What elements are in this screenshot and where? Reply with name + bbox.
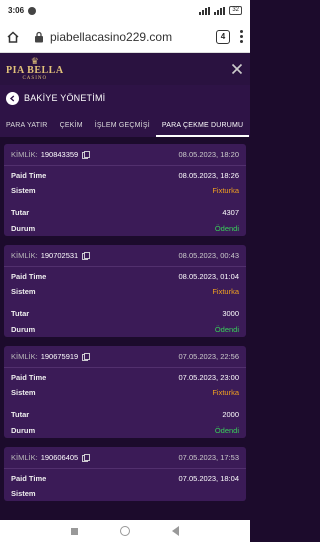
system-value: Fixturka	[212, 387, 239, 397]
amount-row: Tutar 4307	[4, 204, 246, 220]
more-menu-icon[interactable]	[240, 30, 244, 43]
paid-time-value: 07.05.2023, 23:00	[178, 373, 239, 382]
logo-sub: CASINO	[22, 75, 48, 81]
transaction-id-row: KİMLİK: 190702531 08.05.2023, 00:43	[4, 245, 246, 267]
status-row: Durum Ödendi	[4, 422, 246, 438]
android-nav-bar	[0, 520, 250, 542]
chevron-left-icon	[9, 94, 15, 102]
amount-label: Tutar	[11, 207, 30, 217]
system-label: Sistem	[11, 286, 36, 296]
status-badge: Ödendi	[214, 223, 239, 233]
transaction-card: KİMLİK: 190702531 08.05.2023, 00:43 Paid…	[4, 245, 246, 337]
copy-icon[interactable]	[82, 352, 91, 361]
paid-time-label: Paid Time	[11, 474, 47, 483]
paid-time-label: Paid Time	[11, 171, 47, 180]
status-icons: 32	[199, 6, 242, 15]
logo-name: PIA BELLA	[6, 64, 64, 76]
transaction-id: 190675919	[40, 352, 79, 361]
paid-time-value: 08.05.2023, 01:04	[178, 272, 239, 281]
amount-row: Tutar 3000	[4, 305, 246, 321]
status-label: Durum	[11, 425, 36, 435]
system-row: Sistem	[4, 485, 246, 501]
site-logo[interactable]: ♛ PIA BELLA CASINO	[6, 56, 64, 82]
paid-time-row: Paid Time 07.05.2023, 18:04	[4, 469, 246, 485]
copy-icon[interactable]	[82, 453, 91, 462]
paid-time-value: 08.05.2023, 18:26	[178, 171, 239, 180]
paid-time-label: Paid Time	[11, 272, 47, 281]
lock-icon[interactable]	[34, 31, 44, 43]
page-title: BAKİYE YÖNETİMİ	[24, 93, 106, 103]
system-label: Sistem	[11, 185, 36, 195]
transaction-date: 07.05.2023, 17:53	[178, 453, 239, 462]
paid-time-row: Paid Time 08.05.2023, 18:26	[4, 166, 246, 182]
close-icon[interactable]	[230, 62, 244, 76]
status-bar: 3:06 32	[0, 0, 250, 21]
amount-label: Tutar	[11, 308, 30, 318]
transaction-id-row: KİMLİK: 190606405 07.05.2023, 17:53	[4, 447, 246, 469]
system-label: Sistem	[11, 488, 36, 498]
tab-withdrawal-status[interactable]: PARA ÇEKME DURUMU	[155, 122, 250, 137]
home-nav-icon[interactable]	[120, 526, 130, 536]
browser-toolbar: piabellacasino229.com 4	[0, 21, 250, 53]
transaction-id: 190843359	[40, 150, 79, 159]
system-value: Fixturka	[212, 185, 239, 195]
status-row: Durum Ödendi	[4, 220, 246, 236]
paid-time-row: Paid Time 07.05.2023, 23:00	[4, 368, 246, 384]
amount-value: 3000	[222, 308, 239, 318]
transaction-list[interactable]: KİMLİK: 190843359 08.05.2023, 18:20 Paid…	[0, 137, 250, 520]
tab-withdraw[interactable]: ÇEKİM	[54, 122, 89, 137]
paid-time-value: 07.05.2023, 18:04	[178, 474, 239, 483]
transaction-id: 190606405	[40, 453, 79, 462]
transaction-id: 190702531	[40, 251, 79, 260]
id-label: KİMLİK:	[11, 150, 38, 159]
tab-history[interactable]: İŞLEM GEÇMİŞİ	[89, 122, 156, 137]
recents-icon[interactable]	[71, 527, 78, 535]
notification-icon	[28, 6, 37, 15]
id-label: KİMLİK:	[11, 251, 38, 260]
paid-time-label: Paid Time	[11, 373, 47, 382]
id-label: KİMLİK:	[11, 352, 38, 361]
page-title-bar: BAKİYE YÖNETİMİ	[0, 85, 250, 111]
transaction-card: KİMLİK: 190843359 08.05.2023, 18:20 Paid…	[4, 144, 246, 236]
system-row: Sistem Fixturka	[4, 182, 246, 198]
system-value: Fixturka	[212, 286, 239, 296]
transaction-id-row: KİMLİK: 190675919 07.05.2023, 22:56	[4, 346, 246, 368]
status-label: Durum	[11, 324, 36, 334]
amount-label: Tutar	[11, 409, 30, 419]
system-row: Sistem Fixturka	[4, 283, 246, 299]
status-badge: Ödendi	[214, 425, 239, 435]
system-label: Sistem	[11, 387, 36, 397]
tab-bar: PARA YATIR ÇEKİM İŞLEM GEÇMİŞİ PARA ÇEKM…	[0, 111, 250, 137]
site-header: ♛ PIA BELLA CASINO	[0, 53, 250, 85]
home-icon[interactable]	[6, 30, 20, 44]
back-button[interactable]	[6, 91, 19, 105]
status-row: Durum Ödendi	[4, 321, 246, 337]
clock: 3:06	[8, 6, 25, 15]
transaction-card: KİMLİK: 190606405 07.05.2023, 17:53 Paid…	[4, 447, 246, 501]
back-nav-icon[interactable]	[172, 526, 179, 536]
status-badge: Ödendi	[214, 324, 239, 334]
copy-icon[interactable]	[82, 251, 91, 260]
id-label: KİMLİK:	[11, 453, 38, 462]
transaction-card: KİMLİK: 190675919 07.05.2023, 22:56 Paid…	[4, 346, 246, 438]
transaction-date: 08.05.2023, 00:43	[178, 251, 239, 260]
amount-value: 2000	[222, 409, 239, 419]
battery-icon: 32	[229, 6, 242, 15]
status-label: Durum	[11, 223, 36, 233]
tab-switcher-button[interactable]: 4	[216, 29, 230, 44]
system-row: Sistem Fixturka	[4, 384, 246, 400]
paid-time-row: Paid Time 08.05.2023, 01:04	[4, 267, 246, 283]
transaction-date: 07.05.2023, 22:56	[178, 352, 239, 361]
signal-icon	[199, 6, 211, 15]
signal-icon-2	[214, 6, 226, 15]
transaction-date: 08.05.2023, 18:20	[178, 150, 239, 159]
amount-row: Tutar 2000	[4, 406, 246, 422]
url-field[interactable]: piabellacasino229.com	[50, 30, 172, 44]
amount-value: 4307	[222, 207, 239, 217]
transaction-id-row: KİMLİK: 190843359 08.05.2023, 18:20	[4, 144, 246, 166]
tab-deposit[interactable]: PARA YATIR	[6, 122, 54, 137]
copy-icon[interactable]	[82, 150, 91, 159]
